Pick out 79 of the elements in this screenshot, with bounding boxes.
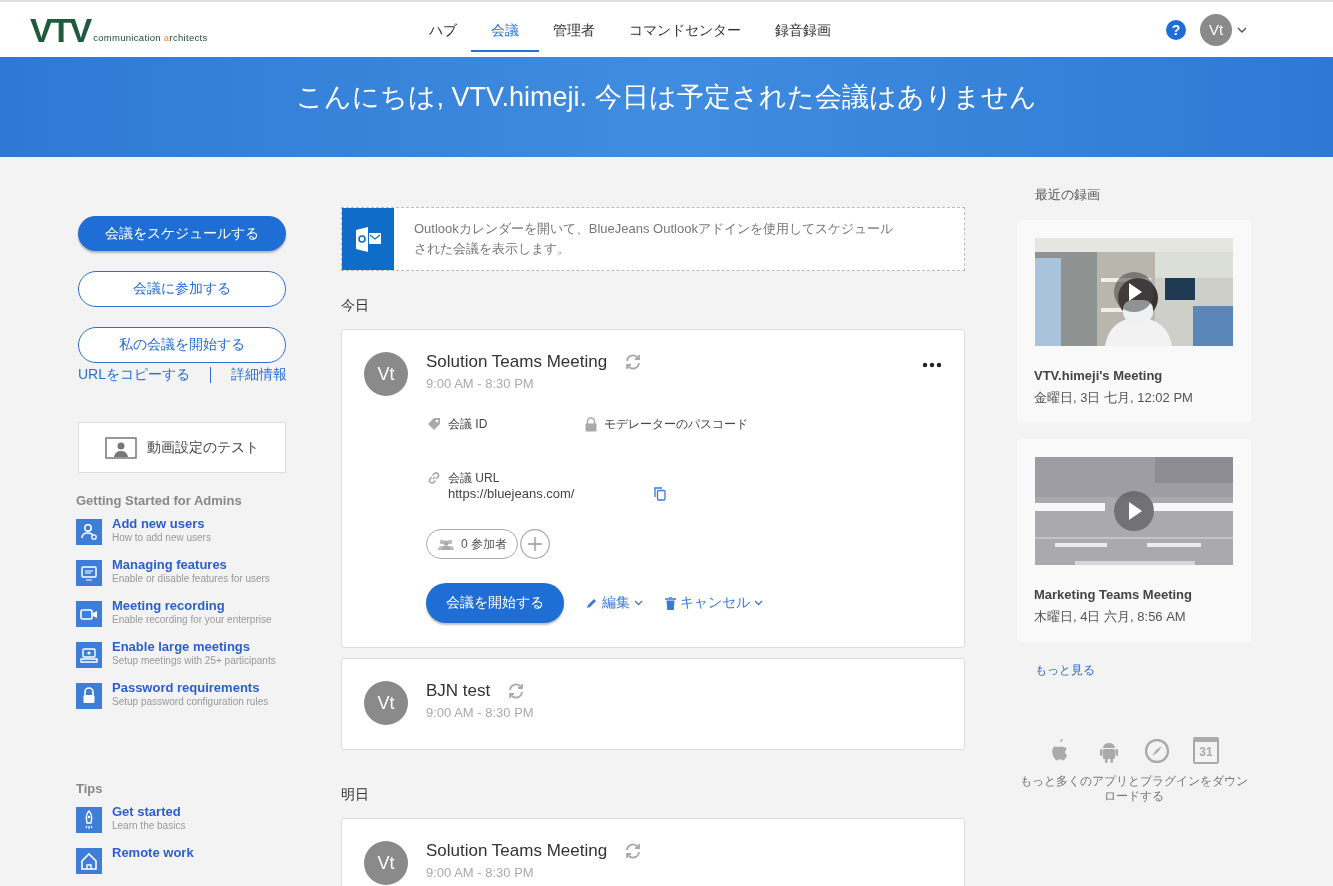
meeting-title[interactable]: Solution Teams Meeting [426, 352, 608, 372]
cancel-button[interactable]: キャンセル [665, 594, 763, 612]
caret-icon [1237, 26, 1247, 33]
guide-link[interactable]: Enable large meetings [112, 639, 276, 654]
person-icon [105, 436, 137, 459]
meeting-time: 9:00 AM - 8:30 PM [426, 865, 535, 880]
guide-subtitle: Setup password configuration rules [112, 695, 269, 708]
link-icon [426, 470, 442, 486]
day-heading: 明日 [341, 786, 370, 804]
rocket-icon [76, 807, 102, 833]
guide-link[interactable]: Meeting recording [112, 598, 272, 613]
guide-subtitle: Setup meetings with 25+ participants [112, 654, 276, 667]
meeting-title[interactable]: Solution Teams Meeting [426, 841, 608, 861]
guide-subtitle: How to add new users [112, 531, 211, 544]
edit-button[interactable]: 編集 [586, 594, 643, 612]
guide-link[interactable]: Add new users [112, 516, 211, 531]
field-label: 会議 URL [448, 470, 501, 486]
more-icon[interactable] [922, 362, 942, 368]
guide-subtitle: Enable recording for your enterprise [112, 613, 272, 626]
play-button[interactable] [1114, 491, 1154, 531]
user-icon [76, 519, 102, 545]
start-meeting-button[interactable]: 会議を開始する [426, 583, 564, 623]
presentation-icon [76, 642, 102, 668]
nav-tab[interactable]: コマンドセンター [612, 7, 758, 52]
video-test-button[interactable]: 動画設定のテスト [78, 422, 286, 473]
logo-tagline: communication architects [93, 31, 208, 43]
video-camera-icon [76, 601, 102, 627]
people-icon [437, 538, 455, 550]
recording-title[interactable]: VTV.himeji's Meeting [1034, 368, 1234, 383]
logo-mark: VTV [30, 12, 91, 47]
meeting-button[interactable]: 私の会議を開始する [78, 327, 286, 364]
nav-tab[interactable]: 録音録画 [758, 7, 848, 52]
section-title: Tips [76, 781, 104, 796]
trash-icon [665, 596, 676, 610]
more-link[interactable]: もっと見る [1035, 662, 1251, 679]
recording-date: 木曜日, 4日 六月, 8:56 AM [1034, 608, 1187, 626]
section-title: 最近の録画 [1035, 186, 1101, 204]
avatar: Vt [364, 681, 408, 725]
meeting-url[interactable]: https://bluejeans.com/ [448, 486, 575, 501]
guide-subtitle: Learn the basics [112, 819, 186, 832]
day-heading: 今日 [341, 297, 370, 315]
schedule-button[interactable]: 会議をスケジュールする [78, 216, 286, 252]
guide-link[interactable]: Remote work [112, 845, 194, 860]
nav-tab[interactable]: 管理者 [536, 7, 612, 52]
participants-button[interactable]: 0 参加者 [426, 529, 518, 559]
link[interactable]: URLをコピーする [78, 366, 190, 385]
section-title: Getting Started for Admins [76, 493, 243, 508]
house-icon [76, 848, 102, 874]
tag-icon [426, 416, 442, 432]
meeting-button[interactable]: 会議に参加する [78, 271, 286, 308]
avatar: Vt [364, 352, 408, 396]
avatar: Vt [364, 841, 408, 885]
help-icon[interactable]: ? [1166, 19, 1186, 40]
lock-icon [584, 416, 598, 432]
play-button[interactable] [1114, 272, 1154, 312]
pencil-icon [586, 597, 598, 609]
caret-icon [754, 600, 763, 606]
guide-link[interactable]: Managing features [112, 557, 270, 572]
field-label: 会議 ID [448, 416, 488, 432]
nav-tab[interactable]: 会議 [471, 7, 539, 52]
link[interactable]: 詳細情報 [231, 366, 287, 385]
field-label: モデレーターのパスコード [604, 416, 748, 432]
meeting-time: 9:00 AM - 8:30 PM [426, 705, 534, 720]
guide-link[interactable]: Password requirements [112, 680, 269, 695]
monitor-icon [76, 560, 102, 586]
greeting-text: こんにちは, VTV.himeji. 今日は予定された会議はありません [296, 81, 1037, 114]
guide-link[interactable]: Get started [112, 804, 186, 819]
apps-text: もっと多くのアプリとプラグインをダウンロードする [1019, 774, 1249, 804]
meeting-title[interactable]: BJN test [426, 681, 491, 701]
add-participant-icon[interactable] [520, 529, 550, 559]
recording-date: 金曜日, 3日 七月, 12:02 PM [1034, 389, 1194, 407]
notice-text: Outlookカレンダーを開いて、BlueJeans Outlookアドインを使用してスケジュールされた会議を表示します。 [413, 220, 894, 258]
meeting-time: 9:00 AM - 8:30 PM [426, 376, 535, 391]
nav-tab[interactable]: ハブ [412, 7, 474, 52]
copy-icon[interactable] [654, 486, 667, 501]
guide-subtitle: Enable or disable features for users [112, 572, 270, 585]
recording-title[interactable]: Marketing Teams Meeting [1034, 587, 1234, 602]
lock-icon [76, 683, 102, 709]
caret-icon [634, 600, 643, 606]
